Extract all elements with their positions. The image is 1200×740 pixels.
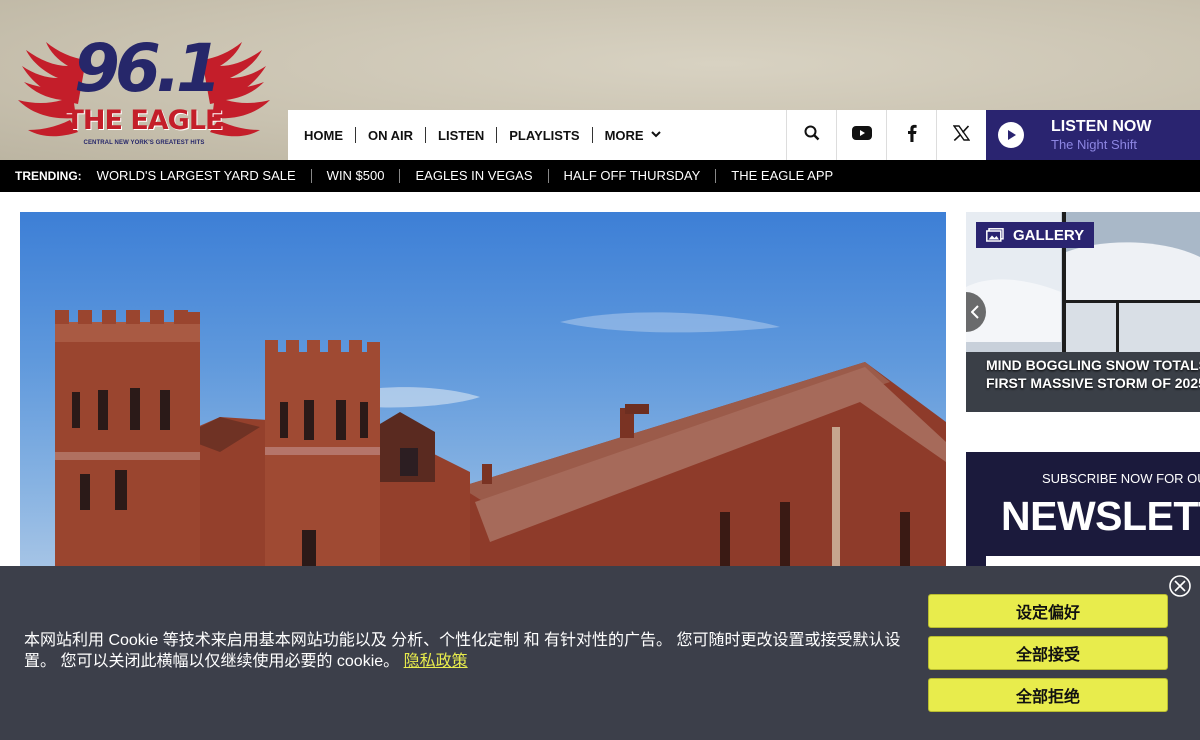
listen-now-button[interactable]: LISTEN NOW The Night Shift (986, 110, 1200, 160)
gallery-caption[interactable]: MIND BOGGLING SNOW TOTALS FRO FIRST MASS… (986, 356, 1200, 392)
search-icon (804, 125, 820, 146)
listen-now-title: LISTEN NOW (1051, 117, 1152, 135)
accept-all-button[interactable]: 全部接受 (928, 636, 1168, 670)
nav-playlists[interactable]: PLAYLISTS (496, 127, 591, 143)
trending-item[interactable]: WORLD'S LARGEST YARD SALE (97, 169, 311, 183)
search-button[interactable] (786, 110, 836, 160)
gallery-icon (986, 228, 1004, 242)
logo-station-name: THE EAGLE (65, 105, 223, 136)
trending-bar: TRENDING: WORLD'S LARGEST YARD SALE WIN … (0, 160, 1200, 192)
newsletter-box: SUBSCRIBE NOW FOR OUR NEWSLETTE (966, 452, 1200, 572)
gallery-caption-line: FIRST MASSIVE STORM OF 2025 IN (986, 375, 1200, 391)
set-preferences-button[interactable]: 设定偏好 (928, 594, 1168, 628)
logo-frequency: 96.1 (74, 30, 222, 107)
hero-image[interactable] (20, 212, 946, 572)
newsletter-title: NEWSLETTE (1001, 493, 1200, 539)
x-icon (952, 124, 971, 146)
main-nav: HOME ON AIR LISTEN PLAYLISTS MORE (288, 110, 786, 160)
chevron-left-icon (971, 305, 979, 319)
nav-more-label: MORE (604, 127, 644, 143)
close-icon[interactable] (1168, 574, 1192, 598)
trending-item[interactable]: HALF OFF THURSDAY (547, 169, 716, 183)
logo-tagline: CENTRAL NEW YORK'S GREATEST HITS (83, 140, 205, 146)
gallery-badge: GALLERY (976, 222, 1095, 248)
trending-label: TRENDING: (15, 169, 82, 183)
armory-building-photo (55, 310, 946, 572)
nav-listen[interactable]: LISTEN (425, 127, 496, 143)
x-button[interactable] (936, 110, 986, 160)
newsletter-subtitle: SUBSCRIBE NOW FOR OUR (1042, 471, 1200, 486)
gallery-badge-label: GALLERY (1013, 226, 1085, 244)
listen-now-show: The Night Shift (1051, 136, 1137, 152)
nav-more[interactable]: MORE (591, 127, 673, 143)
trending-item[interactable]: EAGLES IN VEGAS (399, 169, 547, 183)
privacy-policy-link[interactable]: 隐私政策 (404, 653, 468, 670)
youtube-icon (851, 125, 872, 145)
play-icon (998, 122, 1024, 148)
facebook-button[interactable] (886, 110, 936, 160)
gallery-caption-line: MIND BOGGLING SNOW TOTALS FRO (986, 357, 1200, 373)
nav-on-air[interactable]: ON AIR (355, 127, 425, 143)
trending-item[interactable]: WIN $500 (310, 169, 400, 183)
reject-all-button[interactable]: 全部拒绝 (928, 678, 1168, 712)
nav-home[interactable]: HOME (292, 127, 355, 143)
station-logo[interactable]: 96.1 THE EAGLE CENTRAL NEW YORK'S GREATE… (16, 34, 272, 158)
trending-item[interactable]: THE EAGLE APP (715, 169, 848, 183)
gallery-card[interactable]: GALLERY MIND BOGGLING SNOW TOTALS FRO FI… (966, 212, 1200, 412)
facebook-icon (907, 124, 917, 147)
chevron-down-icon (650, 130, 661, 140)
cookie-banner: 本网站利用 Cookie 等技术来启用基本网站功能以及 分析、个性化定制 和 有… (0, 566, 1200, 740)
youtube-button[interactable] (836, 110, 886, 160)
cookie-message: 本网站利用 Cookie 等技术来启用基本网站功能以及 分析、个性化定制 和 有… (24, 630, 914, 672)
